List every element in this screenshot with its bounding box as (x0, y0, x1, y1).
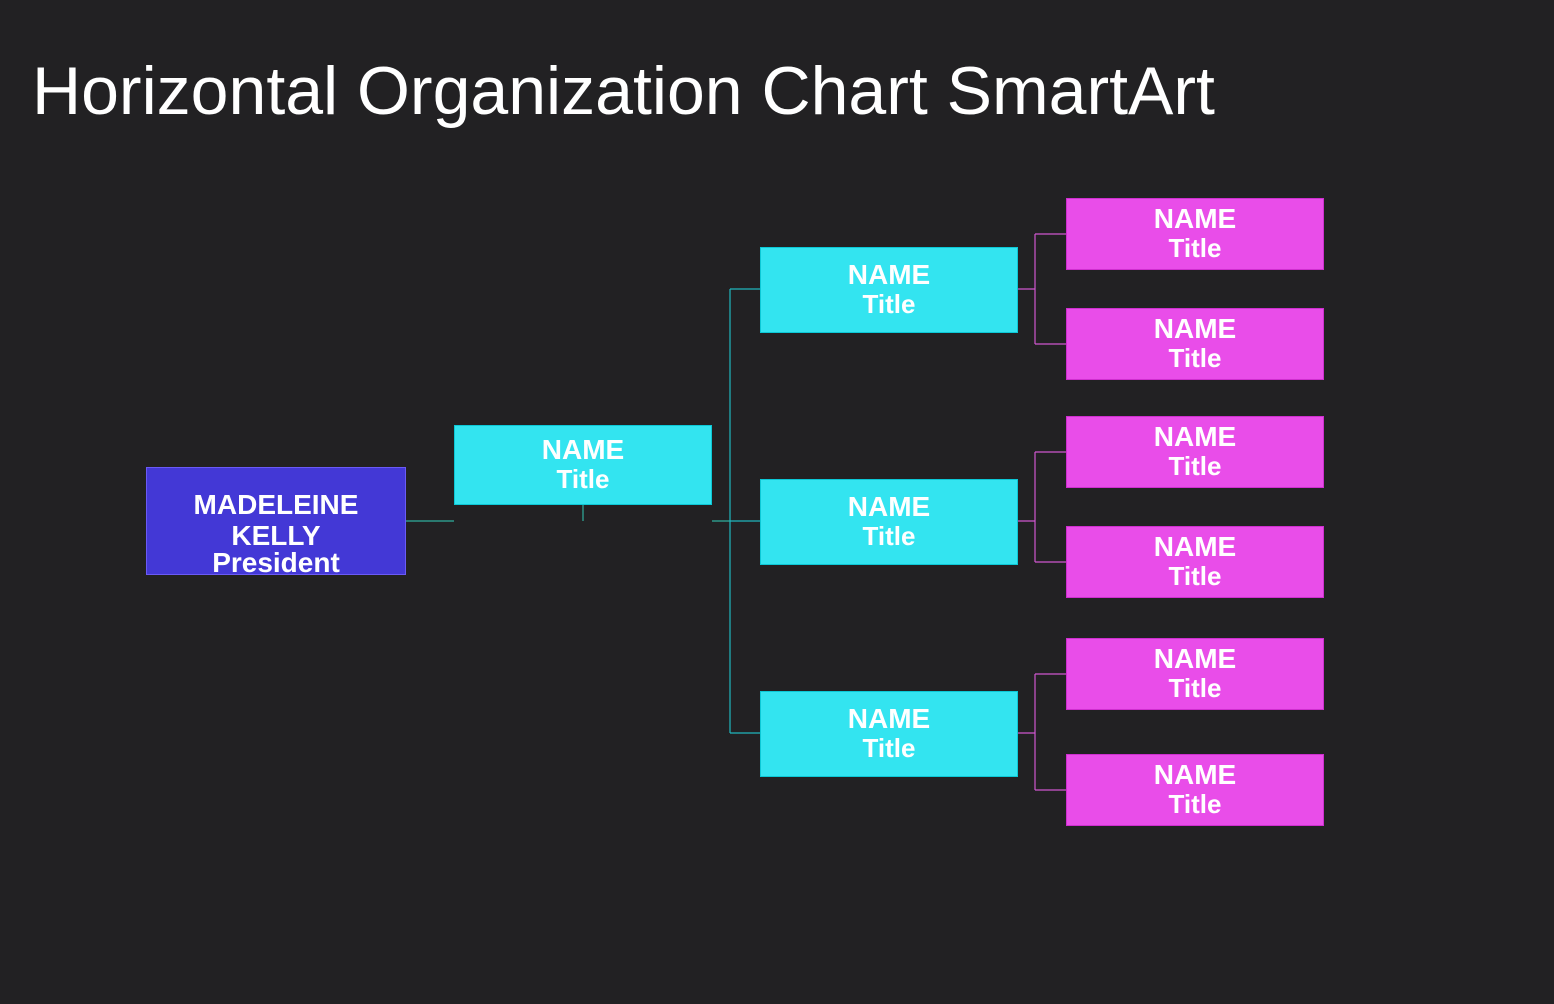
org-node-l3-0-name: NAME (848, 260, 930, 291)
org-node-l3-0-title: Title (863, 290, 916, 320)
slide-title: Horizontal Organization Chart SmartArt (32, 52, 1215, 130)
org-node-l4-2-0[interactable]: NAME Title (1066, 638, 1324, 710)
org-node-root-title: President (146, 547, 406, 579)
org-node-l3-0[interactable]: NAME Title (760, 247, 1018, 333)
org-node-l4-1-1-title: Title (1169, 562, 1222, 592)
org-node-l4-1-0[interactable]: NAME Title (1066, 416, 1324, 488)
org-node-l4-2-1-name: NAME (1154, 760, 1236, 791)
org-node-l4-0-1[interactable]: NAME Title (1066, 308, 1324, 380)
org-node-l4-1-1[interactable]: NAME Title (1066, 526, 1324, 598)
org-node-l3-2-title: Title (863, 734, 916, 764)
org-node-l4-2-1[interactable]: NAME Title (1066, 754, 1324, 826)
org-node-l4-1-0-title: Title (1169, 452, 1222, 482)
org-node-l3-1-title: Title (863, 522, 916, 552)
org-node-l4-0-1-title: Title (1169, 344, 1222, 374)
org-node-l4-2-0-name: NAME (1154, 644, 1236, 675)
org-node-l2[interactable]: NAME Title (454, 425, 712, 505)
org-node-l3-1-name: NAME (848, 492, 930, 523)
org-node-l4-0-0-name: NAME (1154, 204, 1236, 235)
org-node-root-name: MADELEINE KELLY (147, 490, 405, 552)
org-node-l4-2-1-title: Title (1169, 790, 1222, 820)
org-node-l4-1-0-name: NAME (1154, 422, 1236, 453)
org-node-l2-name: NAME (542, 435, 624, 466)
org-node-l3-1[interactable]: NAME Title (760, 479, 1018, 565)
org-node-l4-0-0-title: Title (1169, 234, 1222, 264)
org-node-l4-1-1-name: NAME (1154, 532, 1236, 563)
org-node-l3-2[interactable]: NAME Title (760, 691, 1018, 777)
org-node-l4-0-1-name: NAME (1154, 314, 1236, 345)
org-node-l4-0-0[interactable]: NAME Title (1066, 198, 1324, 270)
org-node-l3-2-name: NAME (848, 704, 930, 735)
org-node-l4-2-0-title: Title (1169, 674, 1222, 704)
org-node-l2-title: Title (557, 465, 610, 495)
